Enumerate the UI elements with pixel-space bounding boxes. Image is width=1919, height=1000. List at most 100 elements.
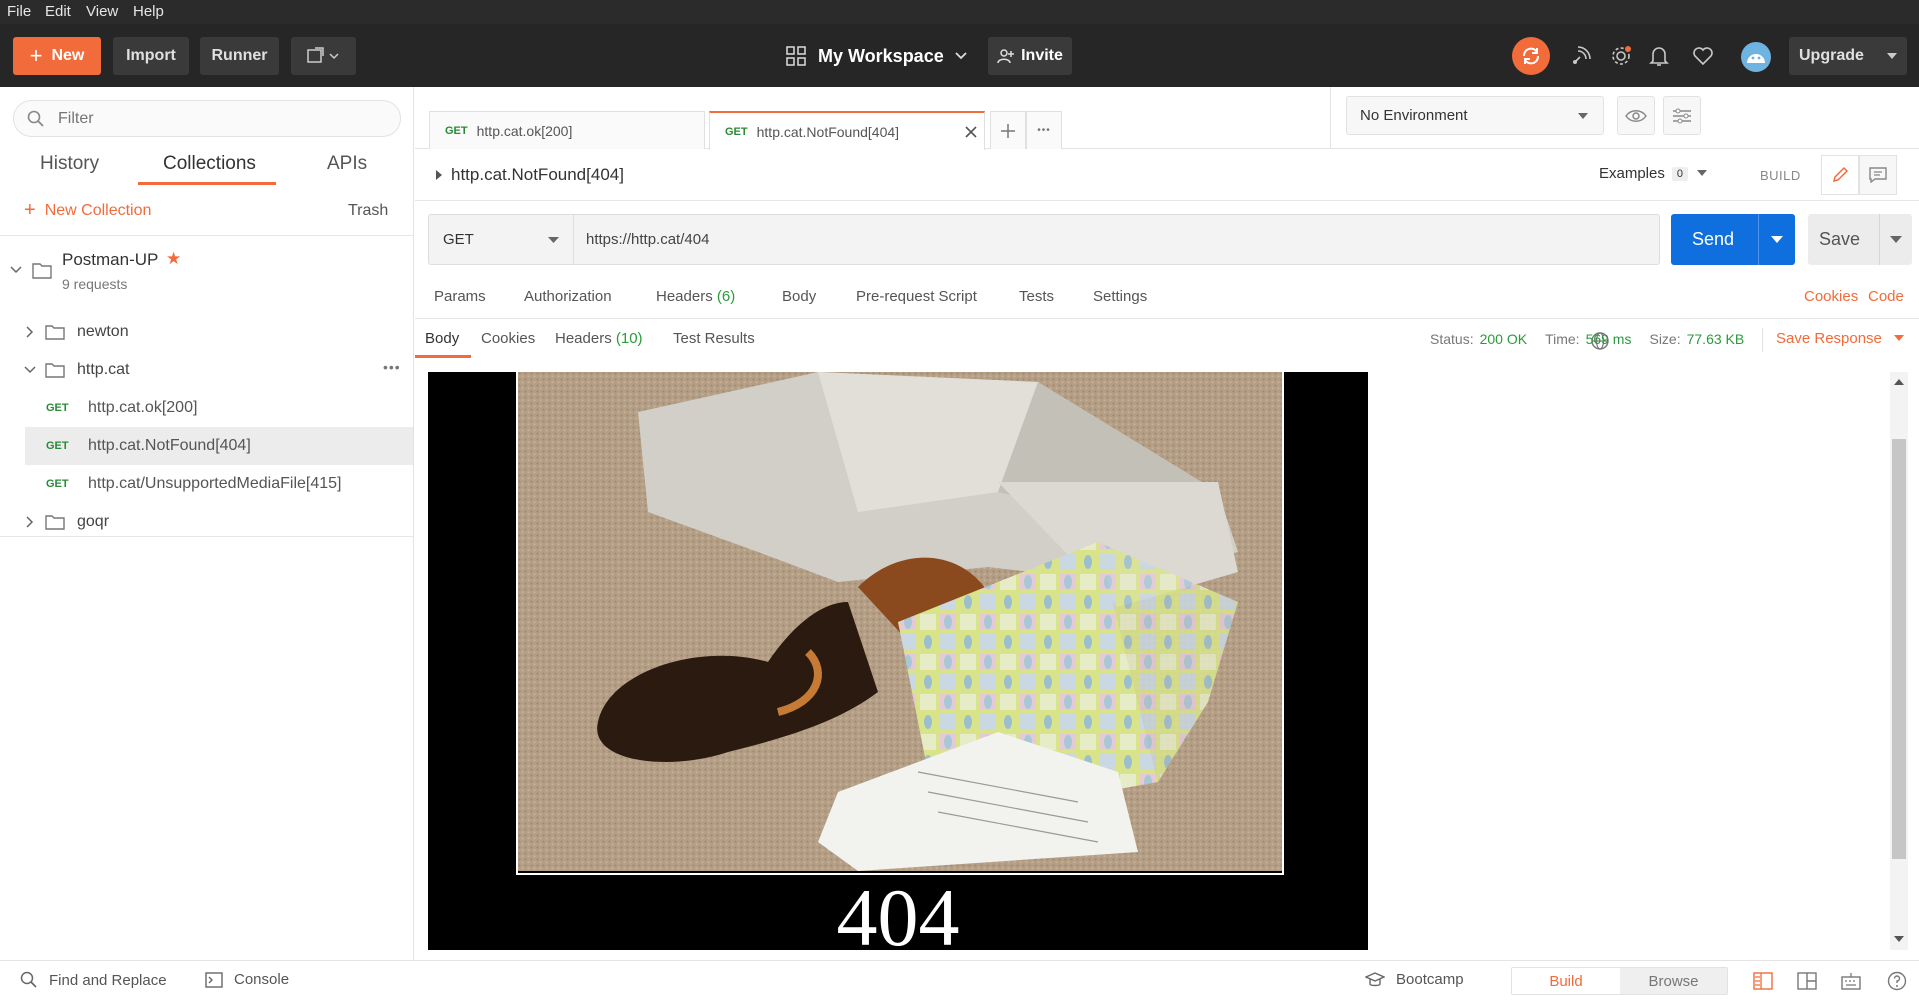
response-scrollbar[interactable] [1890, 372, 1908, 950]
menu-file[interactable]: File [7, 3, 31, 20]
response-tab-cookies[interactable]: Cookies [481, 330, 535, 347]
request-item-selected[interactable]: GET http.cat.NotFound[404] [25, 427, 413, 465]
comments-button[interactable] [1859, 155, 1897, 195]
console-button[interactable]: Console [205, 971, 289, 988]
tab-headers[interactable]: Headers (6) [656, 288, 735, 305]
keyboard-icon[interactable] [1841, 972, 1861, 990]
menu-help[interactable]: Help [133, 3, 164, 20]
filter-input[interactable] [56, 107, 386, 131]
save-response-button[interactable]: Save Response [1776, 330, 1904, 347]
response-tab-body[interactable]: Body [425, 330, 459, 347]
star-icon[interactable]: ★ [166, 249, 181, 269]
status-value: 200 OK [1479, 331, 1528, 347]
url-field[interactable]: https://http.cat/404 [573, 214, 1660, 265]
new-button[interactable]: + New [13, 37, 101, 75]
tab-authorization[interactable]: Authorization [524, 288, 612, 305]
browse-toggle[interactable]: Browse [1620, 968, 1727, 994]
new-window-button[interactable] [291, 37, 356, 75]
more-options-icon[interactable]: ••• [383, 359, 401, 375]
manage-environments-button[interactable] [1663, 96, 1701, 135]
runner-button[interactable]: Runner [200, 37, 279, 75]
caret-right-icon[interactable] [435, 169, 443, 181]
more-tabs-icon[interactable]: ••• [1026, 111, 1062, 149]
send-button[interactable]: Send [1671, 214, 1795, 265]
method-select[interactable]: GET [428, 214, 573, 265]
import-button[interactable]: Import [113, 37, 189, 75]
edit-mode-button[interactable] [1821, 155, 1859, 195]
find-replace-button[interactable]: Find and Replace [20, 971, 167, 989]
response-tab-test-results[interactable]: Test Results [673, 330, 755, 347]
add-user-icon [997, 49, 1015, 64]
request-item[interactable]: GET http.cat.ok[200] [0, 389, 413, 427]
chevron-down-icon [955, 52, 967, 60]
close-icon[interactable] [964, 125, 978, 139]
request-title[interactable]: http.cat.NotFound[404] [451, 165, 624, 185]
layout-icon[interactable] [1797, 972, 1817, 990]
invite-button[interactable]: Invite [988, 37, 1072, 75]
folder-icon [45, 515, 65, 530]
save-button[interactable]: Save [1808, 214, 1912, 265]
environment-quick-look-button[interactable] [1617, 96, 1655, 135]
folder-label: http.cat [77, 361, 130, 378]
scrollbar-thumb[interactable] [1892, 439, 1906, 859]
satellite-icon[interactable] [1568, 43, 1594, 69]
menu-bar: File Edit View Help [0, 0, 1919, 24]
folder-label: goqr [77, 513, 110, 530]
tab-params[interactable]: Params [434, 288, 486, 305]
examples-count: 0 [1671, 166, 1688, 181]
trash-button[interactable]: Trash [348, 202, 388, 220]
folder-http-cat[interactable]: http.cat ••• [0, 351, 413, 389]
settings-icon[interactable] [1608, 43, 1634, 69]
tab-tests[interactable]: Tests [1019, 288, 1054, 305]
caret-down-icon[interactable] [1890, 236, 1902, 244]
avatar[interactable] [1741, 42, 1771, 72]
bell-icon[interactable] [1646, 43, 1672, 69]
cookies-link[interactable]: Cookies [1804, 288, 1858, 305]
scroll-down-icon[interactable] [1894, 936, 1904, 942]
active-tab-indicator [415, 355, 471, 358]
method-badge: GET [46, 440, 69, 452]
scroll-up-icon[interactable] [1894, 379, 1904, 385]
examples-dropdown[interactable]: Examples 0 [1599, 165, 1707, 182]
divider [0, 536, 413, 537]
bootcamp-button[interactable]: Bootcamp [1365, 971, 1464, 988]
tab-apis[interactable]: APIs [327, 153, 367, 175]
sidebar: History Collections APIs + New Collectio… [0, 87, 414, 960]
menu-edit[interactable]: Edit [45, 3, 71, 20]
pencil-icon [1832, 166, 1849, 183]
sync-button[interactable] [1512, 37, 1550, 75]
plus-icon: + [24, 199, 36, 221]
request-item[interactable]: GET http.cat/UnsupportedMediaFile[415] [0, 465, 413, 503]
tab-collections[interactable]: Collections [163, 153, 256, 175]
chevron-down-icon [24, 366, 36, 374]
menu-view[interactable]: View [86, 3, 118, 20]
folder-newton[interactable]: newton [0, 313, 413, 351]
status-label: Status: [1430, 331, 1474, 347]
caret-down-icon[interactable] [1771, 236, 1783, 244]
environment-select[interactable]: No Environment [1346, 96, 1604, 135]
tab-history[interactable]: History [40, 153, 99, 175]
workspace-selector[interactable]: My Workspace [786, 37, 968, 75]
folder-label: newton [77, 323, 129, 340]
plus-icon [1001, 123, 1015, 138]
help-icon[interactable] [1887, 971, 1907, 991]
response-tab-headers[interactable]: Headers (10) [555, 330, 643, 347]
header-toolbar: + New Import Runner My Workspace Invite [0, 24, 1919, 87]
upgrade-button[interactable]: Upgrade [1789, 37, 1907, 75]
add-tab-button[interactable] [990, 111, 1026, 149]
collection-postman-up[interactable]: Postman-UP ★ 9 requests [0, 236, 413, 302]
active-tab-indicator [138, 182, 276, 185]
request-tab-active[interactable]: GET http.cat.NotFound[404] [709, 111, 985, 150]
build-toggle[interactable]: Build [1512, 968, 1620, 994]
filter-box [13, 100, 401, 137]
tab-settings[interactable]: Settings [1093, 288, 1147, 305]
new-collection-button[interactable]: + New Collection [24, 199, 151, 222]
request-tab[interactable]: GET http.cat.ok[200] [429, 111, 705, 149]
two-pane-icon[interactable] [1753, 972, 1773, 990]
code-link[interactable]: Code [1868, 288, 1904, 305]
tab-pre-request-script[interactable]: Pre-request Script [856, 288, 977, 305]
method-badge: GET [445, 124, 468, 137]
heart-icon[interactable] [1690, 43, 1716, 69]
search-icon [20, 971, 37, 988]
tab-body[interactable]: Body [782, 288, 816, 305]
